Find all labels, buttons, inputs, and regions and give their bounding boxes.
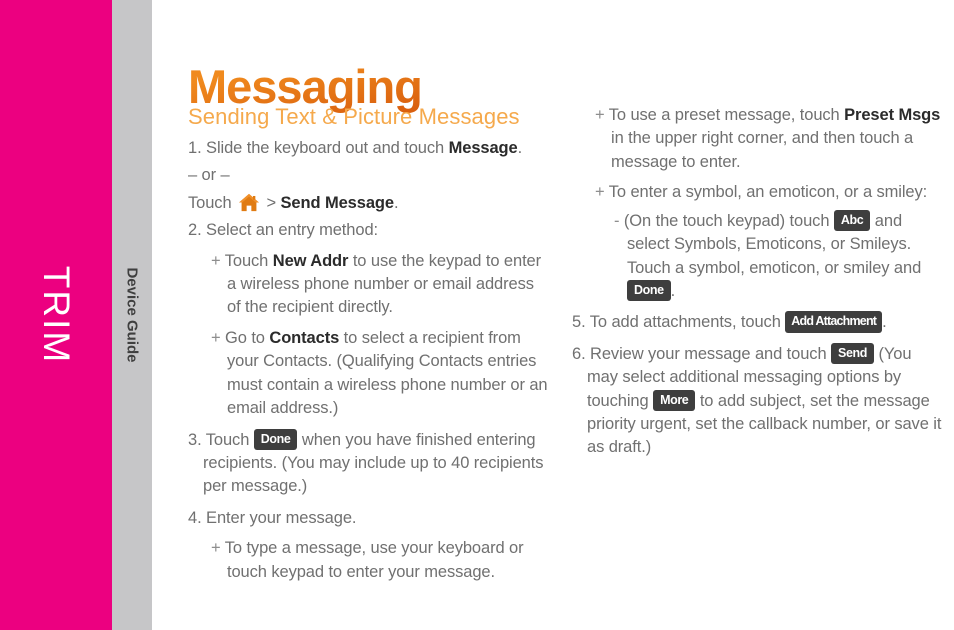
step-4: 4. Enter your message.: [188, 508, 357, 527]
section-heading: Sending Text & Picture Messages: [188, 104, 520, 129]
touch-emphasis: Send Message: [280, 193, 395, 212]
bullet-new-addr-pre: Touch: [220, 251, 273, 270]
bullet-contacts-pre: Go to: [220, 328, 270, 347]
left-column: Sending Text & Picture Messages 1. Slide…: [188, 104, 548, 588]
softkey-add-attachment[interactable]: Add Attachment: [785, 311, 883, 333]
sidebar-guide-band: Device Guide: [112, 0, 152, 630]
step-2: 2. Select an entry method:: [188, 221, 379, 240]
bullet-symbol-emoticon: + To enter a symbol, an emoticon, or a s…: [572, 181, 944, 204]
step-5-post: .: [882, 313, 887, 332]
device-guide-label: Device Guide: [123, 267, 141, 363]
bullet-marker: +: [211, 328, 221, 347]
softkey-more[interactable]: More: [653, 389, 696, 412]
bullet-contacts-emphasis: Contacts: [269, 328, 340, 347]
step-5-pre: 5. To add attachments, touch: [572, 313, 786, 332]
subbullet-pre: (On the touch keypad) touch: [619, 211, 834, 230]
softkey-done[interactable]: Done: [253, 428, 298, 451]
bullet-preset-emphasis: Preset Msgs: [844, 106, 941, 124]
softkey-abc[interactable]: Abc: [833, 209, 871, 232]
right-column: + To use a preset message, touch Preset …: [572, 104, 944, 464]
softkey-send[interactable]: Send: [831, 342, 874, 365]
bullet-marker: +: [595, 106, 605, 124]
subbullet-touch-keypad: - (On the touch keypad) touch Abc and se…: [572, 209, 944, 304]
bullet-marker: +: [211, 251, 221, 270]
bullet-contacts: + Go to Contacts to select a recipient f…: [188, 327, 548, 421]
bullet-preset-msgs: + To use a preset message, touch Preset …: [572, 104, 944, 174]
document-page: TRIM Device Guide Messaging Sending Text…: [0, 0, 954, 630]
bullet-new-addr: + Touch New Addr to use the keypad to en…: [188, 250, 548, 320]
brand-label: TRIM: [36, 265, 77, 365]
bullet-type-message-text: To type a message, use your keyboard or …: [220, 539, 524, 581]
or-divider: – or –: [188, 166, 230, 185]
bullet-type-message: + To type a message, use your keyboard o…: [188, 537, 548, 584]
subbullet-post: .: [670, 281, 676, 300]
step-1: 1. Slide the keyboard out and touch Mess…: [188, 137, 548, 160]
step-1-period: .: [517, 138, 523, 157]
bullet-symbol-text: To enter a symbol, an emoticon, or a smi…: [604, 183, 928, 202]
bullet-preset-pre: To use a preset message, touch: [604, 106, 845, 124]
touch-prefix: Touch: [188, 193, 237, 212]
sidebar-brand-band: TRIM: [0, 0, 112, 630]
step-1-emphasis: Message: [448, 138, 518, 157]
step-1-text: 1. Slide the keyboard out and touch: [188, 138, 449, 157]
step-6-pre: 6. Review your message and touch: [572, 344, 832, 363]
step-6: 6. Review your message and touch Send (Y…: [572, 342, 944, 460]
content-area: Messaging Sending Text & Picture Message…: [152, 0, 954, 630]
bullet-preset-post: in the upper right corner, and then touc…: [611, 129, 914, 171]
touch-home-path: Touch > Send Message.: [188, 192, 548, 215]
bullet-marker: +: [595, 183, 605, 202]
touch-period: .: [393, 193, 399, 212]
softkey-done[interactable]: Done: [627, 279, 671, 302]
bullet-new-addr-emphasis: New Addr: [272, 251, 349, 270]
step-5: 5. To add attachments, touch Add Attachm…: [572, 311, 944, 334]
step-3: 3. Touch Done when you have finished ent…: [188, 428, 548, 499]
bullet-marker: +: [211, 539, 221, 558]
home-icon: [238, 193, 260, 212]
touch-separator: >: [262, 193, 281, 212]
step-3-pre: 3. Touch: [188, 430, 254, 449]
